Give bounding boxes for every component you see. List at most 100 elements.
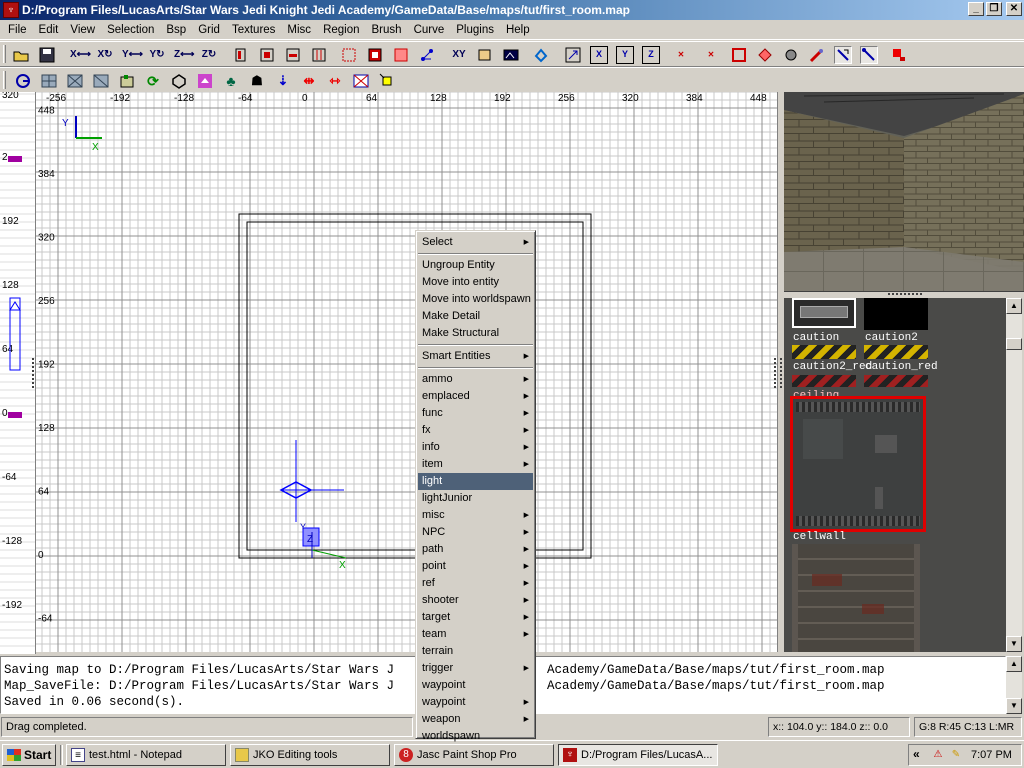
cube-icon[interactable] [532, 46, 550, 64]
context-menu-item-move-into-entity[interactable]: Move into entity [418, 274, 533, 291]
context-menu-item-ammo[interactable]: ammo ▶ [418, 371, 533, 388]
context-menu-item-item[interactable]: item ▶ [418, 456, 533, 473]
context-menu-item-team[interactable]: team ▶ [418, 626, 533, 643]
radiant-icon[interactable]: ♆ [3, 2, 19, 18]
tray-pen-icon[interactable]: ✎ [949, 748, 963, 762]
context-menu-item-select[interactable]: Select ▶ [418, 234, 533, 251]
texture-thumb-caution[interactable] [792, 345, 856, 359]
context-menu-item-shooter[interactable]: shooter ▶ [418, 592, 533, 609]
hide-brushes-icon[interactable] [730, 46, 748, 64]
rotate-y-icon[interactable]: Y↻ [148, 46, 166, 64]
save-icon[interactable] [38, 46, 56, 64]
flip-z-icon[interactable]: Z⟷ [174, 46, 194, 64]
texture-scrollbar[interactable]: ▲ ▼ [1006, 298, 1022, 652]
red-brush-icon[interactable] [890, 46, 908, 64]
entity-icon[interactable]: ☗ [248, 72, 266, 90]
menu-curve[interactable]: Curve [414, 24, 445, 36]
task-jko-tools[interactable]: JKO Editing tools [230, 744, 390, 766]
menu-edit[interactable]: Edit [39, 24, 59, 36]
patch-icon[interactable] [782, 46, 800, 64]
context-menu-item-make-structural[interactable]: Make Structural [418, 325, 533, 342]
mirror-icon[interactable]: ⇹ [300, 72, 318, 90]
show-faces-icon[interactable] [352, 72, 370, 90]
context-menu-item-info[interactable]: info ▶ [418, 439, 533, 456]
context-menu-item-lightjunior[interactable]: lightJunior [418, 490, 533, 507]
brush-cleanup-icon[interactable] [232, 46, 250, 64]
view-x-icon[interactable]: X [590, 46, 608, 64]
flip-y-icon[interactable]: Y⟷ [122, 46, 143, 64]
context-menu-item-terrain[interactable]: terrain [418, 643, 533, 660]
vertex-edit-icon[interactable] [340, 46, 358, 64]
console-scrollbar[interactable]: ▲ ▼ [1006, 656, 1022, 714]
texture-thumb-caution2[interactable] [864, 345, 928, 359]
task-radiant[interactable]: ♆ D:/Program Files/LucasA... [558, 744, 718, 766]
context-menu-item-npc[interactable]: NPC ▶ [418, 524, 533, 541]
toolbar-grip[interactable] [3, 45, 6, 63]
clock[interactable]: 7:07 PM [971, 749, 1012, 761]
task-notepad[interactable]: ≡ test.html - Notepad [66, 744, 226, 766]
hide-models-icon[interactable]: ✕ [672, 46, 690, 64]
texture-icon[interactable] [196, 72, 214, 90]
csg-merge-icon[interactable] [284, 46, 302, 64]
patch-select-icon[interactable] [66, 72, 84, 90]
context-menu-item-worldspawn[interactable]: worldspawn [418, 728, 533, 745]
texture-browser[interactable]: caution caution2 caution2_red caution_re… [784, 298, 1006, 652]
scroll-up-icon[interactable]: ▲ [1006, 298, 1022, 314]
select-ent-icon[interactable] [378, 72, 396, 90]
csg-subtract-icon[interactable] [258, 46, 276, 64]
texture-thumb-caution-red[interactable] [864, 375, 928, 387]
texture-thumb-ceiling[interactable] [790, 396, 926, 532]
rotate-z-icon[interactable]: Z↻ [200, 46, 218, 64]
toolbar-grip-2[interactable] [3, 71, 6, 89]
restore-button[interactable]: ❐ [986, 2, 1002, 16]
tree-icon[interactable]: ♣ [222, 72, 240, 90]
scroll-down-icon[interactable]: ▼ [1006, 636, 1022, 652]
context-menu-item-trigger[interactable]: trigger ▶ [418, 660, 533, 677]
close-button[interactable]: ✕ [1006, 2, 1022, 16]
console-scroll-up-icon[interactable]: ▲ [1006, 656, 1022, 672]
title-bar[interactable]: ♆ D:/Program Files/LucasArts/Star Wars J… [0, 0, 1024, 20]
rotate-x-icon[interactable]: X↻ [96, 46, 114, 64]
context-menu-item-waypoint[interactable]: waypoint ▶ [418, 694, 533, 711]
context-menu-item-path[interactable]: path ▶ [418, 541, 533, 558]
menu-brush[interactable]: Brush [372, 24, 402, 36]
menu-bsp[interactable]: Bsp [166, 24, 186, 36]
grid-snap-icon[interactable] [834, 46, 852, 64]
menu-misc[interactable]: Misc [287, 24, 311, 36]
context-menu-item-smart-entities[interactable]: Smart Entities ▶ [418, 348, 533, 365]
menu-plugins[interactable]: Plugins [456, 24, 494, 36]
context-menu-item-misc[interactable]: misc ▶ [418, 507, 533, 524]
select-touching-icon[interactable] [392, 46, 410, 64]
texture-thumb-cellwall[interactable] [792, 544, 920, 652]
menu-file[interactable]: File [8, 24, 27, 36]
tray-expand-icon[interactable]: « [913, 747, 920, 761]
change-views-icon[interactable] [418, 46, 436, 64]
context-menu-item-ref[interactable]: ref ▶ [418, 575, 533, 592]
minimize-button[interactable]: _ [968, 2, 984, 16]
entities-icon[interactable] [756, 46, 774, 64]
flip-x-icon[interactable]: X⟷ [70, 46, 91, 64]
drop-icon[interactable]: ⇣ [274, 72, 292, 90]
patch-cap-icon[interactable] [92, 72, 110, 90]
scale-icon[interactable] [476, 46, 494, 64]
context-menu-item-move-into-worldspawn[interactable]: Move into worldspawn [418, 291, 533, 308]
curve-icon[interactable] [14, 72, 32, 90]
view-z-icon[interactable]: Z [642, 46, 660, 64]
task-paint-shop[interactable]: 8 Jasc Paint Shop Pro [394, 744, 554, 766]
context-menu-item-fx[interactable]: fx ▶ [418, 422, 533, 439]
context-menu-item-target[interactable]: target ▶ [418, 609, 533, 626]
console-scroll-down-icon[interactable]: ▼ [1006, 698, 1022, 714]
texture-thumb-black[interactable] [864, 298, 928, 330]
menu-grid[interactable]: Grid [198, 24, 220, 36]
texture-thumb-panel[interactable] [792, 298, 856, 328]
context-menu-item-emplaced[interactable]: emplaced ▶ [418, 388, 533, 405]
cone-icon[interactable] [170, 72, 188, 90]
open-icon[interactable] [12, 46, 30, 64]
context-menu-item-func[interactable]: func ▶ [418, 405, 533, 422]
light-icon[interactable] [808, 46, 826, 64]
texture-lock-icon[interactable]: XY [450, 46, 468, 64]
scroll-thumb[interactable] [1006, 338, 1022, 350]
rotate-patch-icon[interactable]: ⟳ [144, 72, 162, 90]
hide-paths-icon[interactable]: ✕ [702, 46, 720, 64]
start-button[interactable]: Start [2, 744, 56, 766]
